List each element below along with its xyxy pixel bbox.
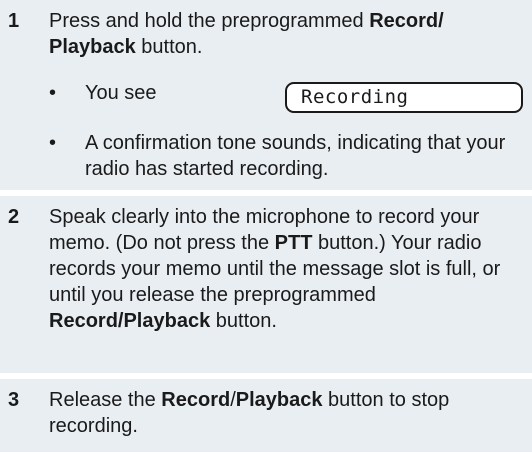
button-name-ptt: PTT	[274, 232, 313, 254]
step-text-plain: Press and hold the preprogrammed	[49, 10, 370, 32]
step-text-plain: Release the	[49, 389, 162, 411]
step-number: 2	[8, 206, 20, 228]
step-number: 1	[8, 10, 20, 32]
bullet-item: • You see Recording	[49, 80, 529, 120]
step-1: 1 Press and hold the preprogrammed Recor…	[0, 0, 532, 190]
step-text: Press and hold the preprogrammed Record/…	[49, 8, 527, 60]
step-text-plain: button.	[135, 36, 203, 58]
bullet-icon: •	[49, 132, 57, 154]
step-text-plain: button.	[210, 310, 277, 332]
step-text: Speak clearly into the microphone to rec…	[49, 204, 527, 334]
radio-display: Recording	[285, 82, 523, 113]
display-text: Recording	[301, 86, 409, 108]
step-3: 3 Release the Record/Playback button to …	[0, 379, 532, 452]
step-2: 2 Speak clearly into the microphone to r…	[0, 196, 532, 373]
button-name-playback: Playback	[235, 389, 323, 411]
step-number: 3	[8, 389, 20, 411]
bullet-item: • A confirmation tone sounds, indicating…	[49, 130, 529, 186]
button-name-record-playback: Record/Playback	[49, 310, 211, 332]
bullet-text: A confirmation tone sounds, indicating t…	[85, 132, 506, 180]
bullet-icon: •	[49, 82, 57, 104]
button-name-record: Record	[161, 389, 231, 411]
step-text: Release the Record/Playback button to st…	[49, 387, 527, 439]
